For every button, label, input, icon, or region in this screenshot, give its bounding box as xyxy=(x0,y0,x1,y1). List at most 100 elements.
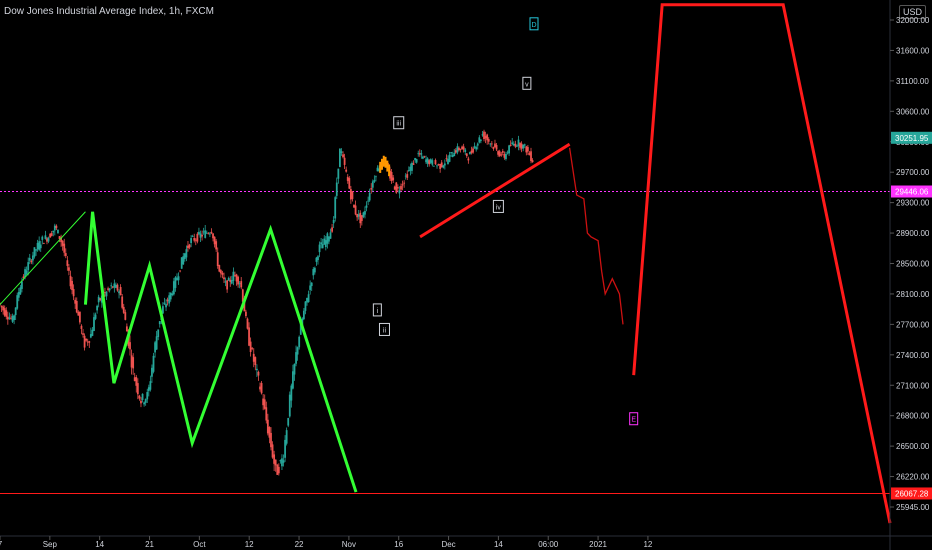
candle-body xyxy=(105,291,108,297)
green-zigzag-line xyxy=(83,211,358,493)
candle-body xyxy=(414,158,416,161)
candle-body xyxy=(135,377,138,386)
candle-body xyxy=(332,219,335,224)
candle-body xyxy=(265,407,268,421)
candle-body xyxy=(287,418,290,426)
candle-body xyxy=(110,285,113,287)
price-label: 30251.95 xyxy=(895,134,929,143)
candle-body xyxy=(205,232,208,234)
candle-body xyxy=(310,282,313,287)
candle-body xyxy=(326,233,329,244)
candle-body xyxy=(390,171,393,181)
x-tick-label: Nov xyxy=(342,540,356,549)
candle-body xyxy=(213,236,216,245)
price-label: 26067.28 xyxy=(895,489,929,498)
candle-body xyxy=(295,352,297,364)
candle-body xyxy=(168,295,171,304)
candle-body xyxy=(246,318,249,329)
wave-label: E xyxy=(631,417,636,424)
candle-body xyxy=(270,432,272,448)
time-axis[interactable]: 7 Sep 14 21 Oct 12 22 Nov 16 Dec 14 06:00 2021 12 xyxy=(0,535,932,549)
candle-body xyxy=(406,174,409,178)
candle-body xyxy=(367,200,370,202)
candle-body xyxy=(447,158,449,164)
candle-body xyxy=(376,167,379,172)
y-tick-label: 27400.00 xyxy=(896,351,930,360)
candle-body xyxy=(138,395,141,399)
candle-body xyxy=(318,244,321,253)
candle-body xyxy=(409,166,412,171)
candle-body xyxy=(191,236,194,237)
candle-body xyxy=(171,293,174,296)
candle-body xyxy=(158,321,161,325)
candle-body xyxy=(508,145,510,154)
candle-body xyxy=(3,308,6,316)
candle-body xyxy=(155,336,158,350)
y-tick-label: 26220.00 xyxy=(896,473,930,482)
candle-body xyxy=(47,237,50,242)
candle-body xyxy=(520,143,523,149)
candle-body xyxy=(523,144,526,146)
candle-body xyxy=(68,267,70,271)
candle-body xyxy=(176,277,178,281)
candle-body xyxy=(403,182,406,184)
candle-body xyxy=(165,304,167,308)
wave-label: ii xyxy=(383,327,387,334)
candle-body xyxy=(245,311,247,317)
candle-body xyxy=(307,294,310,303)
candle-body xyxy=(340,151,343,153)
candle-body xyxy=(254,357,257,366)
candle-body xyxy=(201,234,203,237)
candle-body xyxy=(323,238,326,245)
candle-body xyxy=(277,466,280,474)
candle-body xyxy=(63,243,66,253)
candle-body xyxy=(464,149,467,152)
candle-body xyxy=(252,353,255,362)
candle-body xyxy=(530,151,532,162)
candle-body xyxy=(6,316,9,320)
red-projection xyxy=(419,3,892,524)
candle-body xyxy=(24,269,26,277)
y-tick-label: 28900.00 xyxy=(896,229,930,238)
candle-body xyxy=(119,287,122,296)
red-projection-line xyxy=(632,3,892,524)
candle-body xyxy=(177,276,180,281)
candle-body xyxy=(315,257,318,262)
candle-body xyxy=(182,256,185,265)
candle-body xyxy=(293,363,296,375)
candle-body xyxy=(185,249,188,258)
candle-body xyxy=(152,355,155,372)
candle-body xyxy=(284,439,286,458)
x-tick-label: Sep xyxy=(43,540,58,549)
candle-body xyxy=(31,255,34,261)
candle-body xyxy=(221,272,224,275)
candle-body xyxy=(398,190,401,194)
candles xyxy=(0,129,534,476)
candle-body xyxy=(473,146,476,148)
candle-body xyxy=(362,212,365,217)
candle-body xyxy=(418,153,421,155)
candle-body xyxy=(30,260,33,263)
candle-body xyxy=(351,191,354,199)
candle-body xyxy=(146,392,149,400)
candle-body xyxy=(93,317,95,331)
candle-body xyxy=(331,227,333,232)
candle-body xyxy=(487,139,490,142)
green-trend-line xyxy=(0,211,86,305)
candle-body xyxy=(483,131,485,140)
candle-body xyxy=(143,402,146,405)
candle-body xyxy=(497,151,500,155)
candle-body xyxy=(437,164,440,165)
candle-body xyxy=(505,153,507,160)
candle-body xyxy=(36,242,39,250)
candle-body-highlight xyxy=(384,156,387,168)
candle-body xyxy=(82,333,84,335)
candle-body xyxy=(456,146,459,153)
x-tick-label: 06:00 xyxy=(538,540,559,549)
price-chart[interactable]: DviiiiviiiE 32000.0031600.0031100.003060… xyxy=(0,0,932,550)
candle-body xyxy=(434,160,437,165)
candle-body xyxy=(343,157,346,165)
price-label: 29446.06 xyxy=(895,188,929,197)
price-axis[interactable]: 32000.0031600.0031100.0030600.0030200.00… xyxy=(889,0,932,550)
candle-body xyxy=(290,385,293,401)
